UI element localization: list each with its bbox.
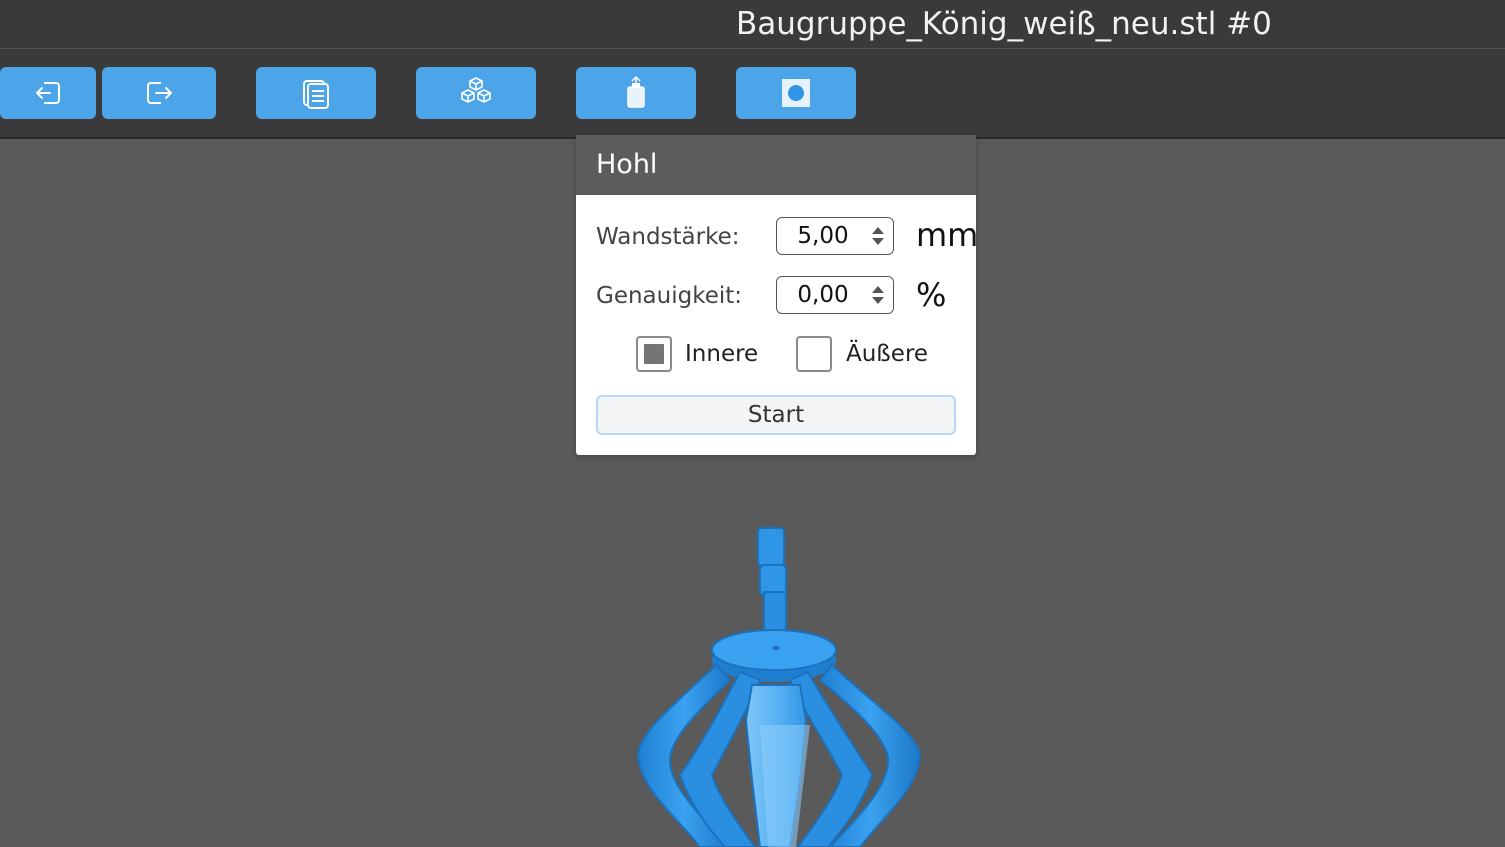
copy-button[interactable]	[256, 67, 376, 119]
cubes-icon	[458, 75, 494, 111]
window-title: Baugruppe_König_weiß_neu.stl #0	[736, 6, 1272, 42]
hole-icon	[778, 75, 814, 111]
export-icon	[141, 75, 177, 111]
arrange-button[interactable]	[416, 67, 536, 119]
app-window: Baugruppe_König_weiß_neu.stl #0 Hohl Wan…	[0, 0, 1505, 847]
accuracy-spinbox[interactable]: 0,00	[776, 276, 894, 314]
accuracy-label: Genauigkeit:	[596, 283, 743, 309]
drill-button[interactable]	[736, 67, 856, 119]
checkbox-check-mark	[644, 344, 664, 364]
copy-icon	[298, 75, 334, 111]
dialog-title: Hohl	[596, 149, 658, 180]
accuracy-unit: %	[916, 276, 947, 314]
hollow-bottle-icon	[618, 75, 654, 111]
outer-checkbox-label[interactable]: Äußere	[846, 334, 928, 374]
import-button[interactable]	[0, 67, 96, 119]
wall-thickness-label: Wandstärke:	[596, 224, 740, 250]
outer-checkbox[interactable]	[796, 336, 832, 372]
wall-thickness-value[interactable]: 5,00	[777, 218, 869, 254]
spin-arrows-icon[interactable]	[869, 283, 887, 307]
wall-thickness-unit: mm	[916, 216, 976, 254]
title-bar: Baugruppe_König_weiß_neu.stl #0	[0, 0, 1505, 49]
hollow-button[interactable]	[576, 67, 696, 119]
spin-arrows-icon[interactable]	[869, 224, 887, 248]
inner-checkbox[interactable]	[636, 336, 672, 372]
hollow-dialog: Hohl Wandstärke: 5,00 mm Genauigkeit: 0,…	[576, 135, 976, 455]
accuracy-value[interactable]: 0,00	[777, 277, 869, 313]
dialog-header: Hohl	[576, 135, 976, 195]
import-icon	[30, 75, 66, 111]
toolbar	[0, 49, 1505, 139]
inner-checkbox-label[interactable]: Innere	[685, 334, 758, 374]
export-button[interactable]	[102, 67, 216, 119]
start-button[interactable]: Start	[596, 395, 956, 435]
wall-thickness-spinbox[interactable]: 5,00	[776, 217, 894, 255]
